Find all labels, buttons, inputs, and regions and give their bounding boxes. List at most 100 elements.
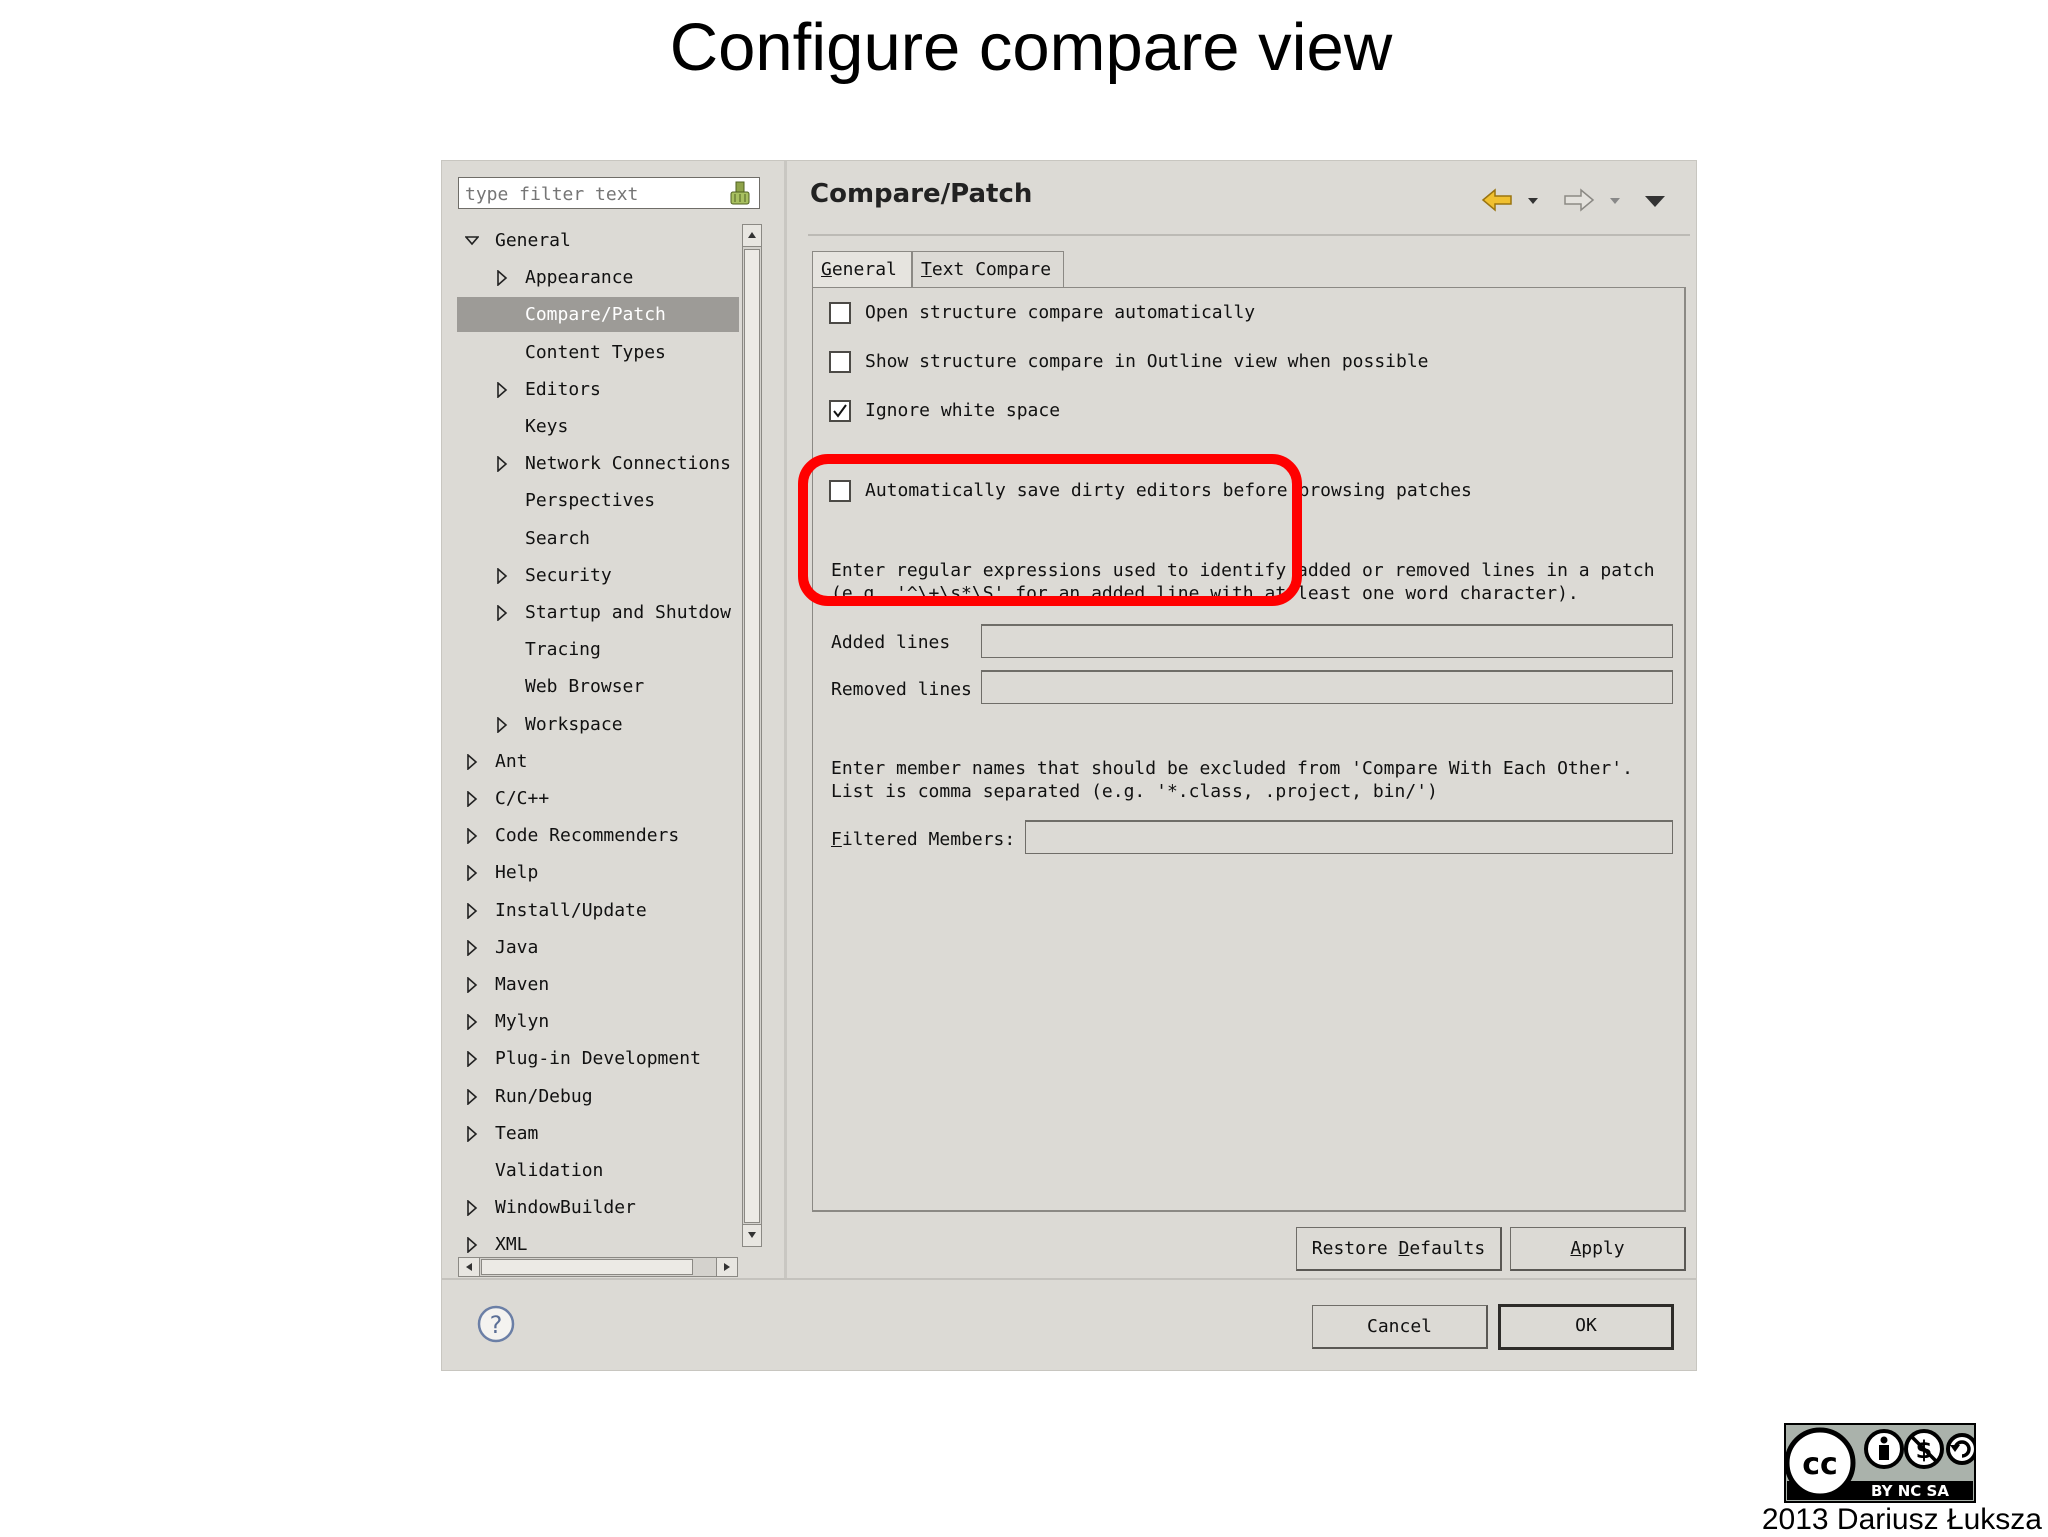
scroll-right-arrow[interactable]	[716, 1258, 737, 1276]
help-icon[interactable]: ?	[476, 1304, 516, 1344]
tree-item[interactable]: Run/Debug	[457, 1079, 739, 1114]
page-title: Compare/Patch	[810, 179, 1033, 209]
collapsed-triangle-icon[interactable]	[495, 381, 509, 398]
tree-item-label: Plug-in Development	[495, 1048, 701, 1070]
tree-item[interactable]: Validation	[457, 1153, 739, 1188]
forward-history-dropdown-icon[interactable]	[1607, 185, 1623, 215]
collapsed-triangle-icon[interactable]	[465, 753, 479, 770]
view-menu-icon[interactable]	[1643, 185, 1667, 215]
filter-input[interactable]	[463, 180, 717, 208]
scroll-thumb-horizontal[interactable]	[481, 1259, 693, 1275]
clear-filter-icon[interactable]	[727, 180, 753, 206]
scroll-up-arrow[interactable]	[743, 225, 761, 247]
back-history-dropdown-icon[interactable]	[1525, 185, 1541, 215]
tree-item[interactable]: Plug-in Development	[457, 1041, 739, 1076]
tree-item[interactable]: Perspectives	[457, 483, 739, 518]
tree-item[interactable]: Compare/Patch	[457, 297, 739, 333]
tree-item[interactable]: Install/Update	[457, 893, 739, 928]
restore-defaults-button[interactable]: Restore Defaults	[1296, 1227, 1502, 1271]
collapsed-triangle-icon[interactable]	[495, 270, 509, 287]
collapsed-triangle-icon[interactable]	[465, 939, 479, 956]
creative-commons-badge: cc $ BY NC SA	[1784, 1423, 1976, 1503]
tree-item[interactable]: Content Types	[457, 335, 739, 370]
collapsed-triangle-icon[interactable]	[465, 902, 479, 919]
collapsed-triangle-icon[interactable]	[465, 1051, 479, 1068]
added-lines-field[interactable]	[981, 624, 1673, 658]
expanded-triangle-icon[interactable]	[465, 233, 479, 249]
apply-button[interactable]: Apply	[1510, 1227, 1686, 1271]
highlight-annotation	[798, 454, 1302, 606]
removed-lines-input[interactable]	[982, 672, 1672, 703]
tree-item[interactable]: Maven	[457, 967, 739, 1002]
title-separator	[808, 234, 1690, 236]
tree-item[interactable]: XML	[457, 1227, 739, 1253]
scroll-left-arrow[interactable]	[459, 1258, 480, 1276]
collapsed-triangle-icon[interactable]	[495, 456, 509, 473]
open-structure-compare-checkbox[interactable]	[829, 302, 851, 324]
tab-text-compare-rest: ext Compare	[931, 259, 1052, 280]
tree-item-label: Code Recommenders	[495, 825, 680, 847]
tree-item[interactable]: Appearance	[457, 260, 739, 295]
collapsed-triangle-icon[interactable]	[495, 567, 509, 584]
tree-item[interactable]: Search	[457, 521, 739, 556]
filter-field[interactable]	[458, 177, 760, 209]
scroll-thumb[interactable]	[744, 249, 760, 1223]
collapsed-triangle-icon[interactable]	[465, 1014, 479, 1031]
tree-item[interactable]: Ant	[457, 744, 739, 779]
collapsed-triangle-icon[interactable]	[465, 1088, 479, 1105]
tree-item[interactable]: Network Connections	[457, 446, 739, 481]
scroll-down-arrow[interactable]	[743, 1224, 761, 1246]
author-credit: 2013 Dariusz Łuksza	[1761, 1503, 2042, 1536]
back-arrow-icon[interactable]	[1480, 185, 1514, 215]
tree-vertical-scrollbar[interactable]	[742, 224, 762, 1247]
tree-item[interactable]: Code Recommenders	[457, 818, 739, 853]
tree-item[interactable]: WindowBuilder	[457, 1190, 739, 1225]
general-tab-panel: Open structure compare automatically Sho…	[812, 287, 1686, 1212]
tree-item[interactable]: Mylyn	[457, 1004, 739, 1039]
button-label-part: D	[1398, 1238, 1410, 1259]
show-structure-outline-checkbox[interactable]	[829, 351, 851, 373]
tree-item-label: General	[495, 230, 571, 251]
forward-arrow-icon[interactable]	[1562, 185, 1596, 215]
added-lines-input[interactable]	[982, 626, 1672, 657]
tree-item[interactable]: Team	[457, 1116, 739, 1151]
collapsed-triangle-icon[interactable]	[465, 791, 479, 807]
tree-item[interactable]: Tracing	[457, 632, 739, 667]
button-label-part: A	[1570, 1238, 1582, 1259]
tree-item[interactable]: Help	[457, 855, 739, 890]
tree-item[interactable]: Security	[457, 558, 739, 593]
members-help-line-2: List is comma separated (e.g. '*.class, …	[831, 781, 1438, 802]
collapsed-triangle-icon[interactable]	[465, 1237, 479, 1253]
filtered-members-input[interactable]	[1026, 822, 1672, 853]
ok-button[interactable]: OK	[1498, 1304, 1674, 1350]
tree-item-label: Workspace	[525, 713, 623, 735]
tree-item[interactable]: Editors	[457, 372, 739, 407]
tree-item[interactable]: Keys	[457, 409, 739, 444]
tree-item-label: Search	[525, 527, 591, 549]
collapsed-triangle-icon[interactable]	[465, 828, 479, 845]
removed-lines-field[interactable]	[981, 670, 1673, 704]
tree-item[interactable]: Workspace	[457, 707, 739, 742]
ignore-white-space-checkbox[interactable]	[829, 400, 851, 422]
tree-item[interactable]: General	[457, 223, 739, 258]
tree-item[interactable]: C/C++	[457, 781, 739, 816]
tree-horizontal-scrollbar[interactable]	[458, 1257, 738, 1277]
tree-item[interactable]: Web Browser	[457, 669, 739, 704]
tab-text-compare[interactable]: Text Compare	[912, 251, 1064, 287]
button-label-part: Restore	[1311, 1238, 1399, 1259]
tree-item-label: Perspectives	[525, 490, 656, 512]
tab-general[interactable]: General	[812, 251, 912, 289]
collapsed-triangle-icon[interactable]	[495, 716, 509, 733]
preferences-tree[interactable]: General Appearance Compare/Patch Content Ty…	[457, 223, 739, 1253]
collapsed-triangle-icon[interactable]	[465, 865, 479, 882]
collapsed-triangle-icon[interactable]	[495, 605, 509, 621]
cancel-button[interactable]: Cancel	[1312, 1305, 1488, 1349]
tree-item[interactable]: Java	[457, 930, 739, 965]
panel-divider[interactable]	[784, 161, 787, 1278]
collapsed-triangle-icon[interactable]	[465, 977, 479, 993]
filtered-members-field[interactable]	[1025, 820, 1673, 854]
collapsed-triangle-icon[interactable]	[465, 1125, 479, 1142]
collapsed-triangle-icon[interactable]	[465, 1200, 479, 1217]
tree-item[interactable]: Startup and Shutdow	[457, 595, 739, 630]
tab-text-compare-mnemonic: T	[921, 259, 932, 280]
